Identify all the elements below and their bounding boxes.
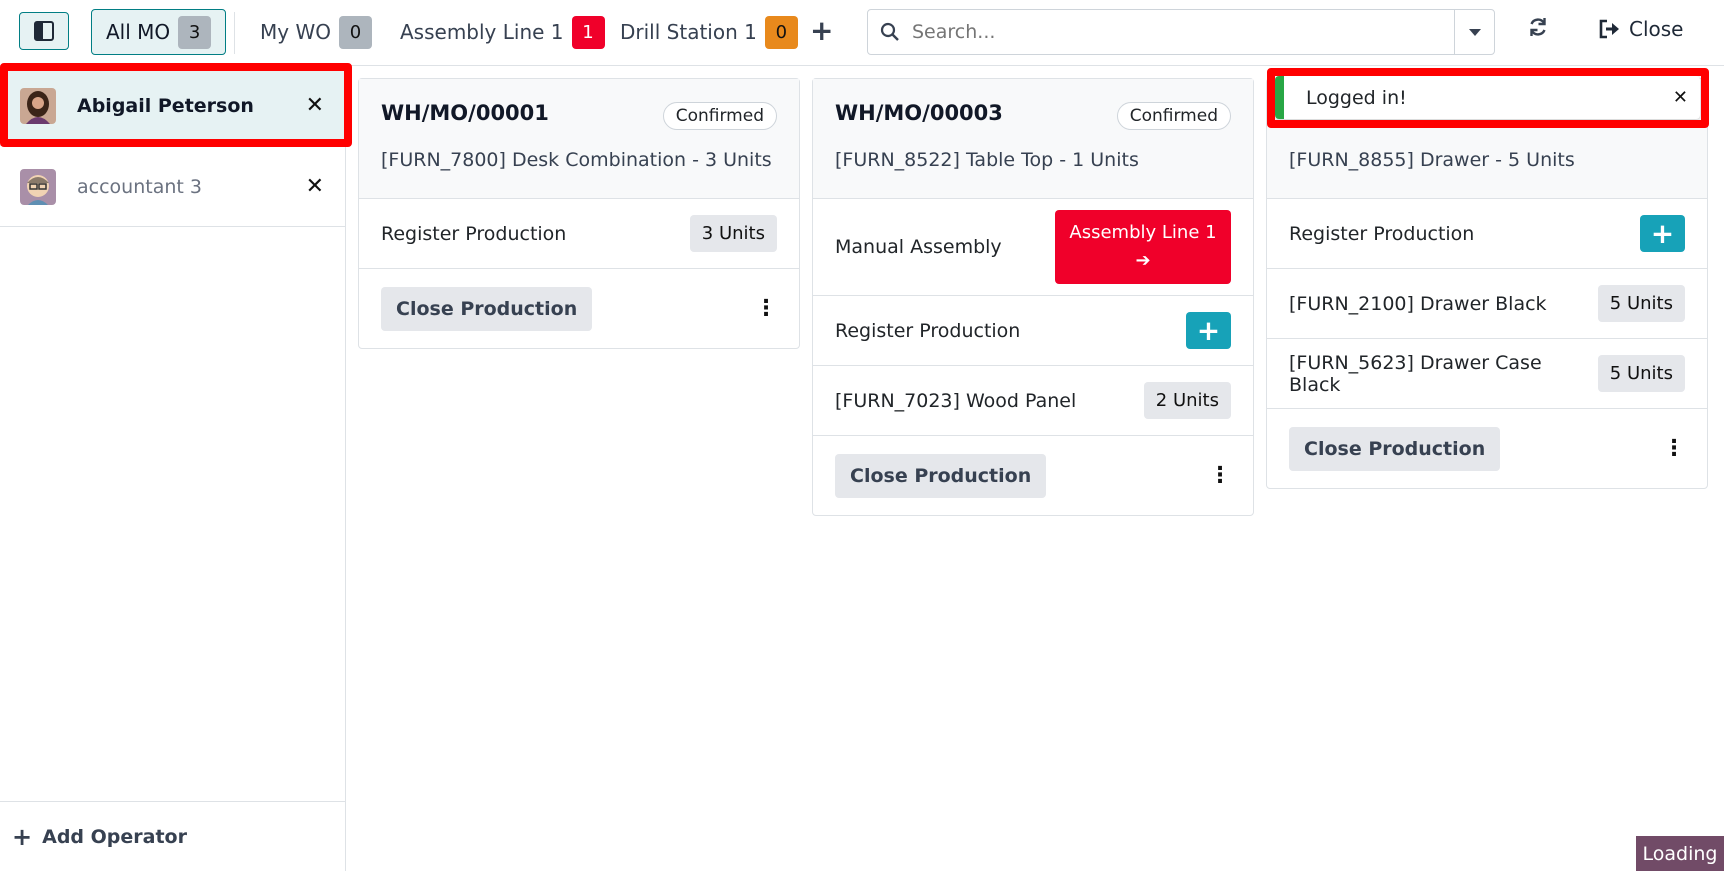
count-badge: 1 xyxy=(571,15,605,49)
product-line: [FURN_7800] Desk Combination - 3 Units xyxy=(381,149,772,171)
tab-my-wo[interactable]: My WO 0 xyxy=(246,9,386,55)
remove-operator-icon[interactable]: ✕ xyxy=(306,93,324,118)
tab-assembly-line-1[interactable]: Assembly Line 1 1 xyxy=(386,9,619,55)
tab-all-mo[interactable]: All MO 3 xyxy=(91,9,227,55)
mo-card: WH/MO/00003 Confirmed [FURN_8522] Table … xyxy=(812,78,1254,516)
more-options-icon[interactable]: ⋮ xyxy=(1663,436,1685,461)
units-badge[interactable]: 2 Units xyxy=(1143,382,1231,419)
arrow-right-icon: ➔ xyxy=(1135,250,1151,271)
more-options-icon[interactable]: ⋮ xyxy=(1209,463,1231,488)
register-plus-button[interactable]: + xyxy=(1640,215,1685,252)
top-bar: All MO 3 My WO 0 Assembly Line 1 1 Drill… xyxy=(0,0,1724,66)
component-row[interactable]: [FURN_5623] Drawer Case Black 5 Units xyxy=(1267,339,1707,409)
search-input[interactable] xyxy=(912,10,1454,54)
caret-down-icon xyxy=(1468,28,1481,36)
add-operator-button[interactable]: + Add Operator xyxy=(0,801,346,871)
row-label: Register Production xyxy=(835,319,1021,342)
card-footer: Close Production ⋮ xyxy=(359,269,799,348)
work-order-row[interactable]: Manual Assembly Assembly Line 1 ➔ xyxy=(813,199,1253,296)
card-header[interactable]: WH/MO/00001 Confirmed [FURN_7800] Desk C… xyxy=(359,79,799,199)
avatar xyxy=(20,168,56,205)
operator-name: accountant 3 xyxy=(77,175,202,198)
sign-out-icon xyxy=(1599,19,1619,39)
row-label: Register Production xyxy=(1289,222,1475,245)
mo-reference: WH/MO/00001 xyxy=(381,101,549,125)
remove-operator-icon[interactable]: ✕ xyxy=(306,174,324,199)
close-icon[interactable]: ✕ xyxy=(1673,87,1688,108)
toast-message: Logged in! xyxy=(1306,86,1407,109)
tab-label: All MO xyxy=(106,20,171,44)
add-workcenter-button[interactable]: + xyxy=(810,14,833,47)
tab-label: Drill Station 1 xyxy=(620,20,757,44)
close-label: Close xyxy=(1629,17,1684,41)
register-production-row[interactable]: Register Production + xyxy=(1267,199,1707,269)
workcenter-label: Assembly Line 1 xyxy=(1069,222,1217,243)
close-production-button[interactable]: Close Production xyxy=(1289,426,1501,471)
success-bar xyxy=(1275,76,1284,119)
close-production-button[interactable]: Close Production xyxy=(835,453,1047,498)
notification-toast: Logged in! ✕ xyxy=(1275,76,1700,119)
count-badge: 3 xyxy=(178,15,212,49)
plus-icon: + xyxy=(12,822,33,851)
units-badge[interactable]: 3 Units xyxy=(689,215,777,252)
card-footer: Close Production ⋮ xyxy=(1267,409,1707,488)
refresh-button[interactable] xyxy=(1527,16,1549,44)
register-production-row[interactable]: Register Production 3 Units xyxy=(359,199,799,269)
units-badge[interactable]: 5 Units xyxy=(1597,285,1685,322)
component-row[interactable]: [FURN_7023] Wood Panel 2 Units xyxy=(813,366,1253,436)
add-operator-label: Add Operator xyxy=(42,825,187,848)
units-badge[interactable]: 5 Units xyxy=(1597,355,1685,392)
search-bar xyxy=(867,9,1495,55)
component-row[interactable]: [FURN_2100] Drawer Black 5 Units xyxy=(1267,269,1707,339)
product-line: [FURN_8855] Drawer - 5 Units xyxy=(1289,149,1575,171)
sidebar-toggle-button[interactable] xyxy=(19,12,69,50)
operator-item-abigail-peterson[interactable]: Abigail Peterson ✕ xyxy=(0,66,346,146)
row-label: [FURN_7023] Wood Panel xyxy=(835,389,1077,412)
status-badge: Confirmed xyxy=(1116,102,1231,130)
row-label: Register Production xyxy=(381,222,567,245)
card-header[interactable]: WH/MO/00003 Confirmed [FURN_8522] Table … xyxy=(813,79,1253,199)
avatar xyxy=(20,87,56,124)
register-production-row[interactable]: Register Production + xyxy=(813,296,1253,366)
card-footer: Close Production ⋮ xyxy=(813,436,1253,515)
register-plus-button[interactable]: + xyxy=(1186,312,1231,349)
workcenter-button[interactable]: Assembly Line 1 ➔ xyxy=(1055,210,1231,284)
mo-card: [FURN_8855] Drawer - 5 Units Register Pr… xyxy=(1266,78,1708,489)
count-badge: 0 xyxy=(338,15,372,49)
product-line: [FURN_8522] Table Top - 1 Units xyxy=(835,149,1139,171)
search-dropdown-toggle[interactable] xyxy=(1454,10,1494,54)
mo-card: WH/MO/00001 Confirmed [FURN_7800] Desk C… xyxy=(358,78,800,349)
close-production-button[interactable]: Close Production xyxy=(381,286,593,331)
more-options-icon[interactable]: ⋮ xyxy=(755,296,777,321)
status-badge: Confirmed xyxy=(662,102,777,130)
row-label: [FURN_5623] Drawer Case Black xyxy=(1289,351,1542,396)
tab-drill-station-1[interactable]: Drill Station 1 0 xyxy=(606,9,812,55)
row-label: [FURN_2100] Drawer Black xyxy=(1289,292,1547,315)
count-badge: 0 xyxy=(764,15,798,49)
loading-indicator: Loading xyxy=(1636,836,1724,871)
search-icon xyxy=(868,22,912,42)
divider xyxy=(234,12,235,54)
row-label: Manual Assembly xyxy=(835,236,1002,258)
panel-icon xyxy=(34,21,54,41)
refresh-icon xyxy=(1530,18,1546,36)
operator-item-accountant-3[interactable]: accountant 3 ✕ xyxy=(0,147,346,227)
close-button[interactable]: Close xyxy=(1599,17,1683,41)
mo-reference: WH/MO/00003 xyxy=(835,101,1003,125)
operator-name: Abigail Peterson xyxy=(77,94,254,117)
tab-label: My WO xyxy=(260,20,331,44)
tab-label: Assembly Line 1 xyxy=(400,20,564,44)
